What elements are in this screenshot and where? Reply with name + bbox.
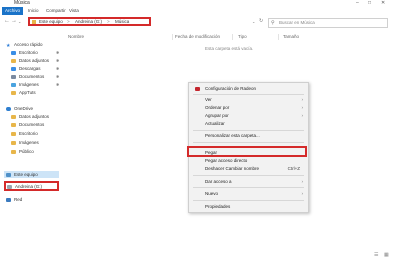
folder-icon xyxy=(11,131,16,136)
window-title: Música xyxy=(14,0,30,6)
menu-separator xyxy=(193,187,304,188)
drive-highlight xyxy=(4,181,59,191)
folder-icon xyxy=(11,149,16,154)
status-bar: ☰ ▦ xyxy=(0,252,393,259)
menu-item-deshacer[interactable]: Deshacer Cambiar nombre Ctrl+Z xyxy=(189,166,308,172)
sidebar-item-od-publico[interactable]: Público xyxy=(11,148,34,155)
pin-icon: ✱ xyxy=(56,58,60,63)
pin-icon: ✱ xyxy=(56,82,60,87)
menu-item-ordenar-por[interactable]: Ordenar por › xyxy=(189,105,308,111)
folder-icon xyxy=(11,122,16,127)
pin-icon: ✱ xyxy=(56,74,60,79)
close-icon[interactable]: ✕ xyxy=(381,0,385,7)
refresh-icon[interactable]: ↻ xyxy=(259,18,263,25)
menu-item-personalizar[interactable]: Personalizar esta carpeta... xyxy=(189,133,308,139)
sidebar-item-documentos[interactable]: Documentos ✱ xyxy=(11,73,59,80)
recent-chevron-icon[interactable]: ⌄ xyxy=(18,18,21,25)
column-divider[interactable] xyxy=(278,34,279,40)
folder-icon xyxy=(11,140,16,145)
sidebar-item-od-imagenes[interactable]: Imágenes xyxy=(11,139,39,146)
crumb-musica[interactable]: Música xyxy=(115,19,129,24)
desktop-icon xyxy=(11,50,16,55)
pin-icon: ✱ xyxy=(56,50,60,55)
radeon-icon xyxy=(195,87,200,91)
address-dropdown-icon[interactable]: ⌄ xyxy=(252,18,255,25)
column-divider[interactable] xyxy=(232,34,233,40)
menu-item-propiedades[interactable]: Propiedades xyxy=(189,204,308,210)
submenu-arrow-icon: › xyxy=(301,97,304,102)
pictures-icon xyxy=(11,82,16,87)
column-header-name[interactable]: Nombre xyxy=(68,34,84,40)
download-icon xyxy=(11,66,16,71)
menu-separator xyxy=(193,200,304,201)
crumb-este-equipo[interactable]: Este equipo xyxy=(39,19,63,24)
menu-separator xyxy=(193,142,304,143)
menu-separator xyxy=(193,175,304,176)
title-bar: Música – □ ✕ xyxy=(0,0,393,7)
tiles-view-icon[interactable]: ▦ xyxy=(384,252,389,259)
sidebar-item-od-datos-adjuntos[interactable]: Datos adjuntos xyxy=(11,113,49,120)
submenu-arrow-icon: › xyxy=(301,105,304,110)
sidebar-item-quick-access[interactable]: ★ Acceso rápido xyxy=(6,41,43,48)
pin-icon: ✱ xyxy=(56,66,60,71)
sidebar-item-od-escritorio[interactable]: Escritorio xyxy=(11,130,38,137)
search-icon: ⚲ xyxy=(271,20,275,26)
menu-separator xyxy=(193,94,304,95)
column-divider[interactable] xyxy=(172,34,173,40)
submenu-arrow-icon: › xyxy=(301,113,304,118)
tab-inicio[interactable]: Inicio xyxy=(25,7,42,15)
menu-item-ver[interactable]: Ver › xyxy=(189,97,308,103)
menu-item-actualizar[interactable]: Actualizar xyxy=(189,121,308,127)
sidebar-item-apptuts[interactable]: AppTuts xyxy=(11,89,36,96)
menu-item-dar-acceso[interactable]: Dar acceso a › xyxy=(189,179,308,185)
details-view-icon[interactable]: ☰ xyxy=(374,252,378,259)
cloud-icon xyxy=(6,106,11,111)
column-header-type[interactable]: Tipo xyxy=(238,34,247,40)
menu-item-nuevo[interactable]: Nuevo › xyxy=(189,191,308,197)
back-arrow-icon[interactable]: ← xyxy=(4,18,10,25)
sidebar-item-descargas[interactable]: Descargas ✱ xyxy=(11,65,59,72)
computer-icon xyxy=(6,172,11,177)
menu-item-agrupar-por[interactable]: Agrupar por › xyxy=(189,113,308,119)
menu-separator xyxy=(193,130,304,131)
sidebar-item-onedrive[interactable]: OneDrive xyxy=(6,105,33,112)
star-icon: ★ xyxy=(6,42,11,49)
address-bar[interactable]: Este equipo > Andreina (G:) > Música xyxy=(28,17,151,26)
folder-icon xyxy=(11,58,16,63)
search-placeholder: Buscar en Música xyxy=(279,20,315,25)
address-row: ← → ⌄ Este equipo > Andreina (G:) > Músi… xyxy=(0,15,393,28)
folder-icon xyxy=(32,19,36,24)
menu-item-radeon[interactable]: Configuración de Radeon xyxy=(189,86,308,92)
column-header-size[interactable]: Tamaño xyxy=(283,34,299,40)
documents-icon xyxy=(11,74,16,79)
sidebar-item-este-equipo[interactable]: Este equipo xyxy=(4,171,59,178)
network-icon xyxy=(6,197,11,202)
column-header-date[interactable]: Fecha de modificación xyxy=(175,34,220,40)
sidebar-item-red[interactable]: Red xyxy=(6,196,22,203)
empty-folder-message: Esta carpeta está vacía. xyxy=(205,46,254,51)
maximize-icon[interactable]: □ xyxy=(368,0,371,7)
minimize-icon[interactable]: – xyxy=(356,0,359,7)
folder-icon xyxy=(11,90,16,95)
folder-icon xyxy=(11,114,16,119)
tab-archivo[interactable]: Archivo xyxy=(2,7,24,15)
sidebar-item-imagenes[interactable]: Imágenes ✱ xyxy=(11,81,59,88)
tab-vista[interactable]: Vista xyxy=(66,7,82,15)
sidebar-item-escritorio[interactable]: Escritorio ✱ xyxy=(11,49,59,56)
submenu-arrow-icon: › xyxy=(301,191,304,196)
menu-item-pegar-acceso-directo[interactable]: Pegar acceso directo xyxy=(189,158,308,164)
tab-compartir[interactable]: Compartir xyxy=(43,7,69,15)
submenu-arrow-icon: › xyxy=(301,179,304,184)
sidebar-item-datos-adjuntos[interactable]: Datos adjuntos ✱ xyxy=(11,57,59,64)
crumb-separator: > xyxy=(67,19,70,24)
forward-arrow-icon[interactable]: → xyxy=(11,18,17,25)
sidebar-item-od-documentos[interactable]: Documentos xyxy=(11,121,44,128)
crumb-drive[interactable]: Andreina (G:) xyxy=(75,19,102,24)
pegar-highlight xyxy=(187,146,307,157)
search-input[interactable]: ⚲ Buscar en Música xyxy=(268,18,388,28)
crumb-separator: > xyxy=(107,19,110,24)
